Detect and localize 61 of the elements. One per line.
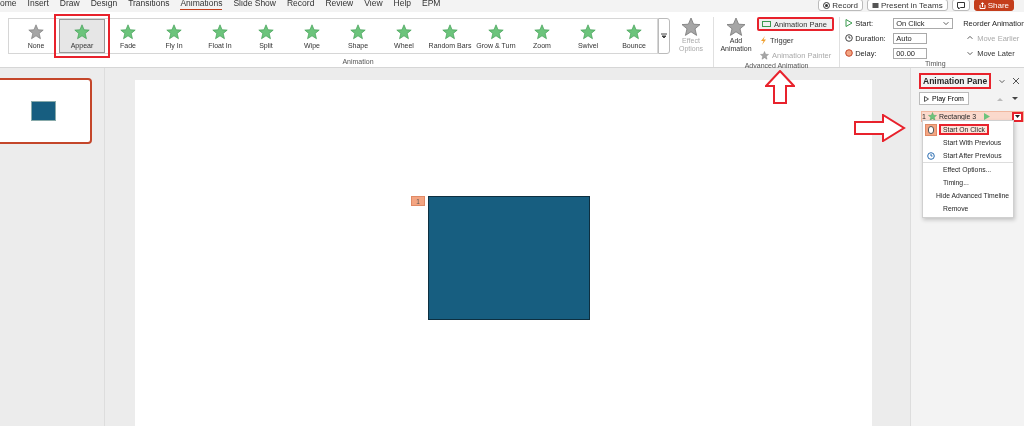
pane-title: Animation Pane <box>919 73 992 89</box>
comment-icon <box>956 1 965 9</box>
menu-tab[interactable]: View <box>364 0 383 10</box>
share-button[interactable]: Share <box>973 0 1014 11</box>
star-icon <box>74 23 90 40</box>
add-star-icon <box>726 17 746 37</box>
record-button[interactable]: Record <box>818 0 863 11</box>
share-icon <box>978 1 986 9</box>
star-icon <box>927 112 937 121</box>
up-triangle-icon <box>997 96 1003 101</box>
chevron-icon <box>998 77 1006 85</box>
up-chevron-icon <box>966 34 975 42</box>
menu-tab[interactable]: ome <box>0 0 17 10</box>
star-icon <box>120 23 136 40</box>
star-icon <box>396 23 412 40</box>
clock-icon <box>845 34 854 42</box>
present-button[interactable]: Present in Teams <box>866 0 948 11</box>
lightning-icon <box>760 35 767 45</box>
star-icon <box>304 23 320 40</box>
menu-tab[interactable]: Design <box>90 0 118 10</box>
play-icon <box>845 19 854 27</box>
star-icon <box>442 23 458 40</box>
down-chevron-icon <box>966 49 975 57</box>
play-icon <box>924 95 929 102</box>
close-icon <box>1012 77 1020 85</box>
menu-tab[interactable]: Transitions <box>128 0 170 10</box>
more-button[interactable] <box>658 18 670 54</box>
comments-button[interactable] <box>951 0 970 11</box>
slide-thumbnail[interactable] <box>0 78 92 144</box>
star-icon <box>350 23 366 40</box>
star-icon <box>488 23 504 40</box>
star-icon <box>534 23 550 40</box>
down-triangle-icon <box>1012 96 1018 101</box>
menu-tab[interactable]: Animations <box>180 0 223 10</box>
star-icon <box>626 23 642 40</box>
painter-icon <box>760 50 769 60</box>
record-icon <box>823 1 831 9</box>
rectangle-shape <box>30 101 56 121</box>
menu-tab[interactable]: Insert <box>27 0 49 10</box>
expand-icon <box>661 33 667 39</box>
dropdown-icon <box>1015 115 1020 118</box>
menu-tab[interactable]: Record <box>287 0 315 10</box>
pane-icon <box>762 21 771 27</box>
item-dropdown-button[interactable] <box>1012 111 1023 122</box>
menu-tab[interactable]: Slide Show <box>233 0 276 10</box>
menu-tab[interactable]: Review <box>325 0 354 10</box>
teams-icon <box>871 1 879 9</box>
star-icon <box>580 23 596 40</box>
star-icon <box>212 23 228 40</box>
effect-options-icon <box>681 17 701 37</box>
star-icon <box>258 23 274 40</box>
menu-tab[interactable]: Draw <box>59 0 80 10</box>
star-icon <box>166 23 182 40</box>
clock-icon <box>927 151 935 160</box>
delay-icon <box>845 49 854 57</box>
menu-tab[interactable]: Help <box>393 0 412 10</box>
menu-tab[interactable]: EPM <box>422 0 441 10</box>
mouse-icon <box>925 123 937 136</box>
dropdown-icon <box>942 19 951 27</box>
close-button[interactable] <box>1010 75 1022 87</box>
star-icon <box>28 23 44 40</box>
